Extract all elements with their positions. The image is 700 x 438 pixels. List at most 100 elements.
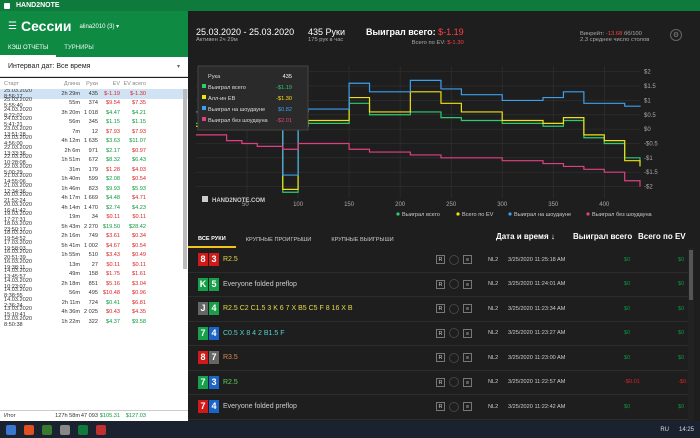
session-length: 49m [69, 271, 80, 278]
hand-date: 3/25/2020 11:22:57 AM [508, 379, 566, 386]
session-row[interactable]: 12.03.2020 8:50:38 1h 22m 322 $4.37 $9.58 [0, 316, 188, 328]
app-window: HAND2NOTE ☰ Сессии alina2010 (3) ▾ КЭШ О… [0, 0, 700, 438]
chevron-down-icon: ▾ [176, 64, 180, 70]
x-tick-label: 200 [395, 202, 406, 208]
mark-icon[interactable] [449, 328, 459, 339]
mark-icon[interactable] [449, 254, 459, 265]
notes-icon[interactable]: ≡ [463, 328, 472, 338]
session-length: 1h 51m [61, 157, 80, 164]
session-ev: $0.43 [106, 309, 120, 316]
hand-limit: NL2 [488, 256, 499, 263]
hand-row[interactable]: 7 4 C0.5 X 8 4 2 B1.5 F R ≡ NL2 3/25/2020 11:2… [188, 322, 688, 346]
session-ev-total: $4.71 [132, 195, 146, 202]
session-ev: $7.93 [106, 128, 120, 135]
session-ev: $4.37 [106, 318, 120, 325]
x-tick-label: 300 [497, 202, 508, 208]
start-icon[interactable] [6, 424, 16, 435]
session-ev-total: $6.43 [132, 157, 146, 164]
hand-date: 3/25/2020 11:24:01 AM [508, 281, 566, 288]
session-hands: 34 [91, 214, 98, 221]
hand-row[interactable]: 7 3 R2.5 R ≡ NL2 3/25/2020 11:22:57 AM -$0.01 -$… [188, 371, 688, 395]
tab-tournaments[interactable]: ТУРНИРЫ [56, 41, 101, 57]
hole-card: 7 [198, 375, 208, 389]
session-length: 7m [72, 128, 80, 135]
legend-label: Выиграл всего [402, 212, 440, 218]
firefox-icon[interactable] [24, 424, 34, 435]
session-length: 5h 41m [61, 242, 80, 249]
tab-cash-reports[interactable]: КЭШ ОТЧЕТЫ [0, 41, 57, 57]
session-length: 56m [69, 290, 80, 297]
notes-icon[interactable]: ≡ [463, 377, 472, 387]
col-hands[interactable]: Руки [80, 81, 98, 87]
session-length: 56m [69, 119, 80, 126]
hand-row[interactable]: K 5 Everyone folded preflop R ≡ NL2 3/25/2020 … [188, 273, 688, 297]
filter-label: Интервал дат: [8, 63, 55, 70]
col-won[interactable]: Выиграл всего [573, 232, 632, 241]
language-indicator[interactable]: RU [660, 427, 669, 433]
replay-button[interactable]: R [436, 304, 445, 314]
col-ev-total[interactable]: EV всего [120, 81, 146, 87]
col-length[interactable]: Длина [52, 81, 80, 87]
notes-icon[interactable]: ≡ [463, 255, 472, 265]
menu-icon[interactable]: ☰ [8, 21, 17, 32]
session-length: 3h 20m [61, 109, 80, 116]
mark-icon[interactable] [449, 377, 459, 388]
account-selector[interactable]: alina2010 (3) ▾ [79, 23, 119, 30]
legend-marker [456, 212, 460, 216]
tab-big-losses[interactable]: КРУПНЫЕ ПРОИГРЫШИ [236, 233, 322, 247]
notes-icon[interactable]: ≡ [463, 279, 472, 289]
replay-button[interactable]: R [436, 353, 445, 363]
x-tick-label: 350 [548, 202, 559, 208]
mark-icon[interactable] [449, 352, 459, 363]
notes-icon[interactable]: ≡ [463, 304, 472, 314]
hand-row[interactable]: 7 4 Everyone folded preflop R ≡ NL2 3/25/2020 … [188, 395, 688, 420]
replay-button[interactable]: R [436, 377, 445, 387]
replay-button[interactable]: R [436, 255, 445, 265]
session-ev-total: $0.34 [132, 233, 146, 240]
col-ev-hands[interactable]: Всего по EV [638, 232, 686, 241]
taskbar: RU 14:25 [0, 421, 700, 438]
tab-big-wins[interactable]: КРУПНЫЕ ВЫИГРЫШИ [321, 233, 403, 247]
session-length: 2h 11m [61, 299, 80, 306]
hands-scrollbar[interactable] [688, 248, 694, 421]
session-hands: 724 [88, 299, 98, 306]
ev-value: $-1.30 [447, 40, 464, 46]
col-date[interactable]: Дата и время ↓ [496, 232, 555, 241]
replay-button[interactable]: R [436, 279, 445, 289]
hand2note-icon[interactable] [78, 424, 88, 435]
mark-icon[interactable] [449, 303, 459, 314]
tab-all-hands[interactable]: ВСЕ РУКИ [188, 232, 236, 248]
hand-row[interactable]: J 4 R2.5 C2 C1.5 3 K 6 7 X B5 C5 F 8 16 X … [188, 297, 688, 322]
date-filter[interactable]: Интервал дат: Все время ▾ [0, 57, 188, 77]
explorer-icon[interactable] [60, 424, 70, 435]
col-start[interactable]: Старт [0, 81, 52, 87]
session-length: 1h 40m [61, 176, 80, 183]
legend-marker [508, 212, 512, 216]
hand-date: 3/25/2020 11:23:27 AM [508, 330, 566, 337]
session-hands: 322 [88, 318, 98, 325]
mark-icon[interactable] [449, 279, 459, 290]
session-ev-total: $7.93 [132, 128, 146, 135]
session-hands: 1 669 [84, 195, 98, 202]
hand-row[interactable]: 8 3 R2.5 R ≡ NL2 3/25/2020 11:25:18 AM $0 $0 [188, 248, 688, 273]
chrome-icon[interactable] [42, 424, 52, 435]
hole-card: 7 [209, 351, 219, 365]
replay-button[interactable]: R [436, 402, 445, 412]
session-length: 1h 46m [61, 185, 80, 192]
session-ev: $0.11 [106, 214, 120, 221]
session-ev-total: $-1.30 [130, 90, 146, 97]
replay-button[interactable]: R [436, 328, 445, 338]
hand-row[interactable]: 8 7 R3.5 R ≡ NL2 3/25/2020 11:23:00 AM $0 $0 [188, 346, 688, 371]
notes-icon[interactable]: ≡ [463, 402, 472, 412]
gear-icon[interactable]: ⚙ [670, 29, 682, 41]
hand-won: $0 [624, 403, 631, 410]
app-icon[interactable] [96, 424, 106, 435]
mark-icon[interactable] [449, 401, 459, 412]
session-ev-total: $7.35 [132, 100, 146, 107]
notes-icon[interactable]: ≡ [463, 353, 472, 363]
sidebar-header: ☰ Сессии alina2010 (3) ▾ [0, 11, 188, 41]
session-length: 4h 12m [61, 138, 80, 145]
hole-card: 4 [209, 400, 219, 414]
sessions-scrollbar[interactable] [183, 89, 187, 269]
col-ev[interactable]: EV [98, 81, 120, 87]
